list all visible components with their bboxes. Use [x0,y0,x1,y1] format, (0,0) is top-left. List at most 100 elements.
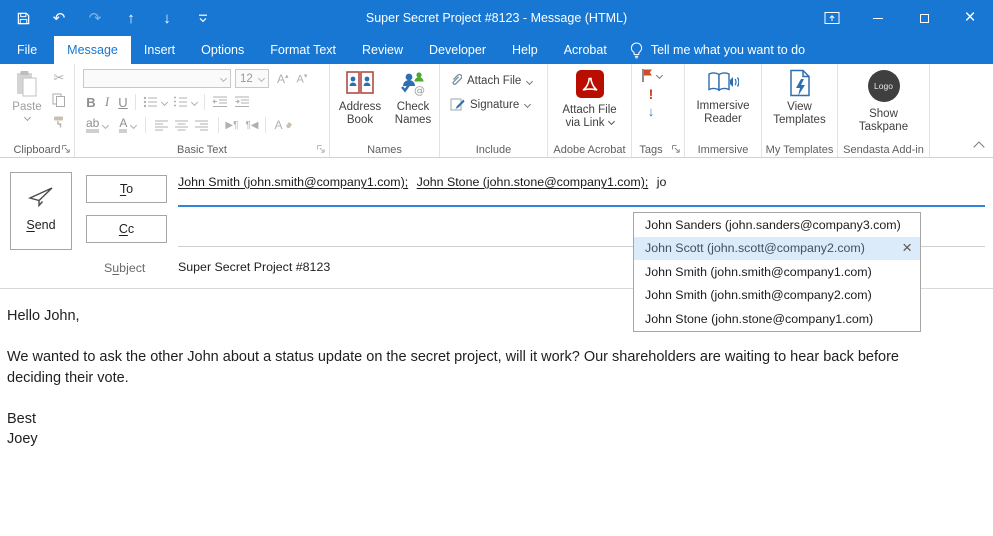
send-plane-icon [11,186,71,208]
paste-button[interactable]: Paste [6,70,48,125]
autocomplete-item[interactable]: John Sanders (john.sanders@company3.com) [634,213,920,237]
title-bar: ↶ ↷ ↑ ↓ Super Secret Project #8123 - Mes… [0,0,993,36]
paperclip-icon [450,73,462,89]
show-taskpane-label: Show Taskpane [853,108,915,134]
font-color-icon[interactable]: A [119,118,136,133]
save-icon[interactable] [14,9,32,27]
autocomplete-item[interactable]: John Smith (john.smith@company2.com) [634,284,920,308]
to-typing-text: jo [657,175,667,189]
increase-indent-icon[interactable] [234,96,250,108]
show-taskpane-button[interactable]: Logo Show Taskpane [838,70,929,134]
signature-icon [450,97,465,112]
customize-qat-icon[interactable] [194,9,212,27]
left-to-right-icon[interactable]: ▶¶ [225,120,238,131]
signature-label: Signature [470,99,519,111]
underline-icon[interactable]: U [115,95,131,110]
autocomplete-item[interactable]: John Smith (john.smith@company1.com) [634,260,920,284]
view-templates-button[interactable]: View Templates [762,69,837,127]
group-names: Address Book @ Check Names Names [330,64,440,157]
signature-button[interactable]: Signature [450,97,530,112]
ribbon-filler [930,64,993,157]
subject-label: Subject [104,261,145,275]
redo-icon[interactable]: ↷ [86,9,104,27]
group-label-sendasta: Sendasta Add-in [838,144,929,156]
font-size-value: 12 [240,73,253,85]
address-book-button[interactable]: Address Book [334,70,386,127]
quick-access-toolbar: ↶ ↷ ↑ ↓ [14,0,212,36]
copy-icon[interactable] [50,92,68,108]
group-label-include: Include [440,144,547,156]
attach-file-button[interactable]: Attach File [450,73,532,89]
maximize-button[interactable] [901,0,947,36]
grow-font-icon[interactable]: A▴ [277,72,289,86]
group-sendasta: Logo Show Taskpane Sendasta Add-in [838,64,930,157]
sendasta-logo-icon: Logo [868,70,900,102]
group-label-tags: Tags [632,144,670,156]
right-to-left-icon[interactable]: ¶◀ [245,120,258,131]
italic-icon[interactable]: I [99,94,115,110]
tab-insert[interactable]: Insert [131,36,188,64]
to-button[interactable]: To [86,175,167,203]
clear-formatting-icon[interactable]: A [275,118,293,132]
immersive-reader-icon [707,71,739,95]
font-size-combobox[interactable]: 12 [235,69,269,88]
to-recipient[interactable]: John Stone (john.stone@company1.com); [417,175,649,189]
body-line: deciding their vote. [7,368,979,389]
collapse-ribbon-icon[interactable] [973,141,984,152]
clipboard-dialog-launcher-icon[interactable] [61,144,71,154]
check-names-icon: @ [399,70,427,96]
group-label-adobe: Adobe Acrobat [548,144,631,156]
cc-button[interactable]: Cc [86,215,167,243]
group-include: Attach File Signature Include [440,64,548,157]
ribbon-display-options-icon[interactable] [809,0,855,36]
follow-up-flag-icon[interactable] [641,68,662,83]
tab-developer[interactable]: Developer [416,36,499,64]
align-center-icon[interactable] [175,120,189,131]
shrink-font-icon[interactable]: A▾ [297,72,308,86]
recipient-autocomplete-dropdown: John Sanders (john.sanders@company3.com)… [633,212,921,332]
align-right-icon[interactable] [195,120,209,131]
high-importance-icon[interactable]: ! [649,87,654,101]
align-left-icon[interactable] [155,120,169,131]
bullet-list-icon[interactable] [143,96,167,108]
send-label: Send [11,218,71,232]
tab-options[interactable]: Options [188,36,257,64]
basic-text-dialog-launcher-icon[interactable] [316,144,326,154]
font-name-combobox[interactable] [83,69,231,88]
tab-help[interactable]: Help [499,36,551,64]
numbered-list-icon[interactable] [173,96,197,108]
tab-format-text[interactable]: Format Text [257,36,349,64]
tab-acrobat[interactable]: Acrobat [551,36,620,64]
autocomplete-item-selected[interactable]: John Scott (john.scott@company2.com) × [634,237,920,261]
cut-icon[interactable]: ✂ [50,70,68,86]
group-label-immersive: Immersive [685,144,761,156]
check-names-button[interactable]: @ Check Names [390,70,436,127]
group-clipboard: Paste ✂ Clipboard [0,64,75,157]
bold-icon[interactable]: B [83,95,99,110]
subject-field[interactable]: Super Secret Project #8123 [178,260,330,274]
to-recipient[interactable]: John Smith (john.smith@company1.com); [178,175,408,189]
text-highlight-icon[interactable]: ab [86,118,108,133]
previous-item-icon[interactable]: ↑ [122,9,140,27]
autocomplete-item[interactable]: John Stone (john.stone@company1.com) [634,307,920,331]
tab-message[interactable]: Message [54,36,131,64]
decrease-indent-icon[interactable] [212,96,228,108]
body-line: Best [7,409,979,430]
attach-file-via-link-button[interactable]: Attach File via Link [548,70,631,130]
check-names-label: Check Names [390,101,436,127]
low-importance-icon[interactable]: ↓ [648,105,655,119]
send-button[interactable]: Send [10,172,72,250]
close-button[interactable]: × [947,0,993,36]
minimize-button[interactable] [855,0,901,36]
tags-dialog-launcher-icon[interactable] [671,144,681,154]
tab-review[interactable]: Review [349,36,416,64]
tell-me-box[interactable]: Tell me what you want to do [630,36,805,64]
undo-icon[interactable]: ↶ [50,9,68,27]
to-field[interactable]: John Smith (john.smith@company1.com); Jo… [178,175,666,189]
remove-suggestion-icon[interactable]: × [902,240,912,256]
next-item-icon[interactable]: ↓ [158,9,176,27]
svg-text:@: @ [414,84,425,96]
format-painter-icon[interactable] [50,114,68,130]
immersive-reader-button[interactable]: Immersive Reader [685,71,761,126]
tab-file[interactable]: File [0,36,54,64]
